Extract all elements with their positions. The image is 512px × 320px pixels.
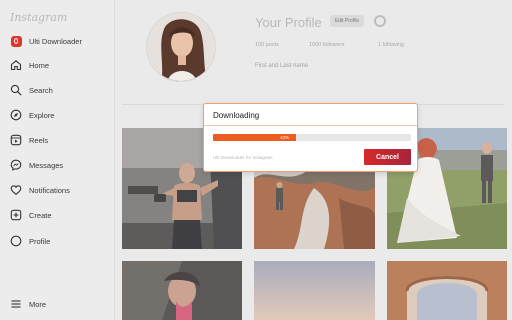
sidebar-item-notifications[interactable]: Notifications: [10, 182, 70, 198]
progress-percent-label: 42%: [280, 135, 290, 140]
sidebar-item-label: More: [29, 299, 47, 309]
edit-profile-button[interactable]: Edit Profile: [330, 15, 364, 27]
sidebar-item-label: Reels: [29, 135, 49, 145]
sidebar-item-explore[interactable]: Explore: [10, 107, 54, 123]
avatar[interactable]: [146, 12, 216, 82]
dialog-footer-text: Ulti Downloader for Instagram: [213, 155, 273, 160]
ulti-downloader-icon: [10, 35, 22, 47]
full-name: First and Last name: [255, 63, 309, 69]
dialog-divider: [204, 125, 417, 126]
sidebar-item-profile[interactable]: Profile: [10, 233, 50, 249]
sidebar-item-home[interactable]: Home: [10, 57, 49, 73]
messenger-icon: [10, 159, 22, 171]
sidebar-item-label: Notifications: [29, 185, 70, 195]
heart-icon: [10, 184, 22, 196]
following-count[interactable]: 1 following: [378, 42, 404, 48]
sidebar-item-more[interactable]: More: [10, 296, 46, 312]
sidebar: Instagram Ulti Downloader Home Search Ex…: [0, 0, 115, 320]
cancel-button[interactable]: Cancel: [364, 149, 411, 165]
post-thumbnail[interactable]: [387, 261, 507, 320]
sidebar-item-create[interactable]: Create: [10, 207, 52, 223]
profile-name: Your Profile: [255, 15, 322, 30]
sidebar-item-messages[interactable]: Messages: [10, 157, 63, 173]
settings-gear-icon[interactable]: [374, 15, 386, 27]
sidebar-item-label: Explore: [29, 110, 55, 120]
posts-count: 100 posts: [255, 42, 279, 48]
plus-square-icon: [10, 209, 22, 221]
reels-icon: [10, 134, 22, 146]
sidebar-item-search[interactable]: Search: [10, 82, 53, 98]
sidebar-item-label: Create: [29, 210, 52, 220]
sidebar-item-label: Profile: [29, 236, 51, 246]
download-progress-bar: 42%: [213, 134, 411, 141]
instagram-logo[interactable]: Instagram: [10, 11, 67, 24]
sidebar-item-label: Messages: [29, 160, 64, 170]
sidebar-item-label: Search: [29, 85, 53, 95]
sidebar-item-label: Home: [29, 60, 50, 70]
post-thumbnail[interactable]: [122, 261, 242, 320]
compass-icon: [10, 109, 22, 121]
dialog-title: Downloading: [213, 111, 260, 120]
sidebar-item-label: Ulti Downloader: [29, 36, 82, 46]
sidebar-item-reels[interactable]: Reels: [10, 132, 48, 148]
download-dialog: Downloading 42% Ulti Downloader for Inst…: [203, 103, 418, 172]
followers-count[interactable]: 1000 followers: [309, 42, 344, 48]
search-icon: [10, 84, 22, 96]
profile-icon: [10, 235, 22, 247]
sidebar-item-ulti-downloader[interactable]: Ulti Downloader: [10, 33, 82, 49]
home-icon: [10, 59, 22, 71]
post-thumbnail[interactable]: [254, 261, 375, 320]
hamburger-icon: [10, 298, 22, 310]
